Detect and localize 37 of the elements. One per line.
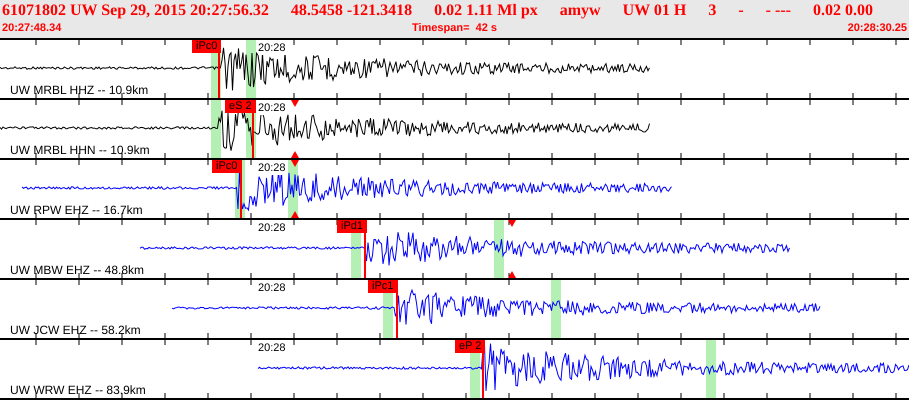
highlight-band [494, 220, 504, 278]
station-label: UW MBW EHZ -- 48.8km [10, 263, 144, 277]
station-label: UW MRBL HHN -- 10.9km [10, 143, 150, 157]
pick-label: iPc1 [368, 280, 398, 293]
header-field: 48.5458 -121.3418 [290, 0, 412, 22]
header-field: - [738, 0, 744, 22]
station-label: UW JCW EHZ -- 58.2km [10, 323, 141, 337]
triangle-marker [291, 211, 299, 218]
header-field: 61071802 UW Sep 29, 2015 20:27:56.32 [2, 0, 269, 22]
pick-label: eP 2 [455, 340, 486, 353]
station-label: UW WRW EHZ -- 83.9km [10, 383, 146, 397]
triangle-marker [508, 220, 516, 227]
end-time: 20:28:30.25 [848, 21, 907, 35]
start-time: 20:27:48.34 [2, 21, 62, 35]
station-label: UW RPW EHZ -- 16.7km [10, 203, 143, 217]
highlight-band [551, 280, 561, 338]
header-field: 3 [708, 0, 716, 22]
highlight-band [706, 340, 716, 398]
timespan: Timespan= 42 s [412, 21, 498, 35]
triangle-marker [291, 151, 299, 158]
triangle-marker [508, 271, 516, 278]
time-mark: 20:28 [258, 162, 286, 175]
pick-label: iPd1 [337, 220, 368, 233]
header-field: - --- [766, 0, 791, 22]
pick-label: iPc0 [212, 160, 242, 173]
header-field: UW 01 H [622, 0, 686, 22]
station-label: UW MRBL HHZ -- 10.9km [10, 83, 148, 97]
pick-label: eS 2 [225, 100, 256, 113]
header-field: 0.02 0.00 [812, 0, 873, 22]
time-mark: 20:28 [258, 102, 286, 115]
pick-label: iPc0 [192, 40, 222, 53]
triangle-marker [291, 160, 299, 167]
header-field: 0.02 1.11 Ml px [434, 0, 538, 22]
highlight-band [211, 100, 221, 158]
time-mark: 20:28 [258, 42, 286, 55]
triangle-marker [291, 100, 299, 107]
header-field: amyw [560, 0, 601, 22]
